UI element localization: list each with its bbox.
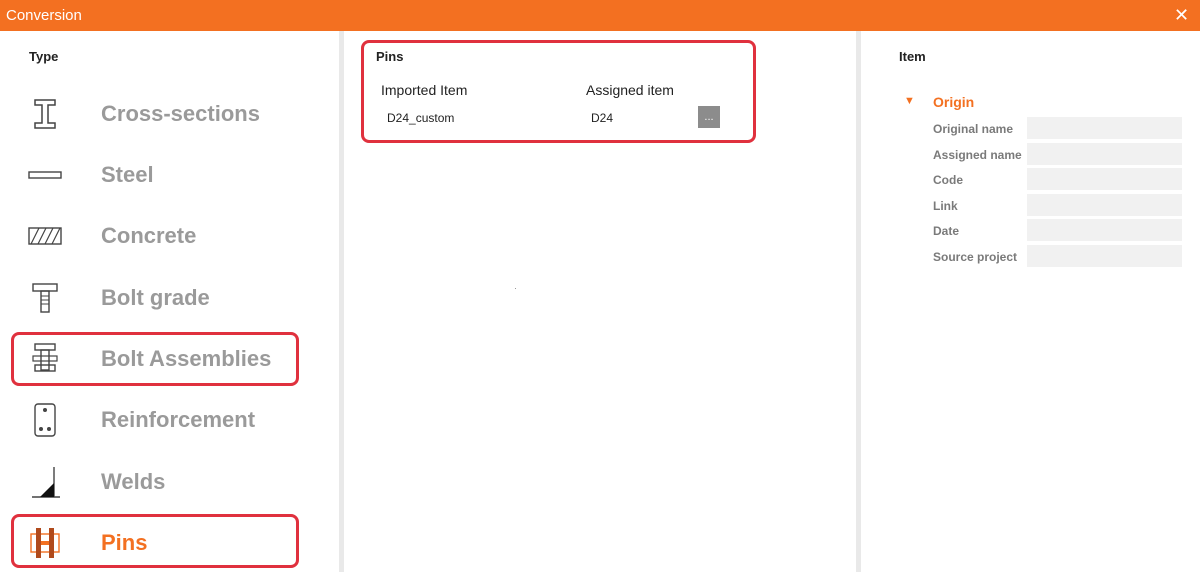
type-item-concrete[interactable]: Concrete: [18, 211, 294, 261]
weld-icon: [26, 463, 64, 501]
reinforcement-icon: [26, 401, 64, 439]
type-item-bolt-grade[interactable]: Bolt grade: [18, 273, 294, 323]
pins-panel-title: Pins: [376, 49, 404, 64]
property-label-original-name: Original name: [933, 122, 1014, 136]
assign-item-browse-button[interactable]: ...: [698, 106, 720, 128]
pin-icon: [26, 524, 64, 562]
assigned-item-cell[interactable]: D24: [591, 111, 613, 125]
column-header-imported-item: Imported Item: [381, 82, 468, 98]
window-title: Conversion: [6, 7, 82, 24]
bolt-grade-icon: [26, 279, 64, 317]
panel-divider-right[interactable]: [856, 31, 861, 572]
assigned-name-field[interactable]: [1027, 143, 1182, 165]
canvas-speck: [515, 288, 516, 289]
type-item-label: Steel: [101, 162, 154, 187]
bolt-assembly-icon: [26, 340, 64, 378]
type-item-reinforcement[interactable]: Reinforcement: [18, 395, 294, 445]
type-panel-header: Type: [29, 49, 59, 64]
type-item-pins[interactable]: Pins: [18, 518, 294, 568]
type-item-label: Concrete: [101, 223, 197, 248]
collapse-triangle-icon[interactable]: ▼: [904, 94, 918, 108]
column-header-assigned-item: Assigned item: [586, 82, 674, 98]
type-item-label: Cross-sections: [101, 101, 260, 126]
property-label-source-project: Source project: [933, 250, 1018, 264]
property-label-date: Date: [933, 224, 960, 238]
imported-item-cell[interactable]: D24_custom: [387, 111, 454, 125]
source-project-field[interactable]: [1027, 245, 1182, 267]
property-label-code: Code: [933, 173, 963, 187]
item-panel-header: Item: [899, 49, 926, 64]
origin-group-label[interactable]: Origin: [933, 94, 974, 110]
type-item-label: Pins: [101, 530, 148, 555]
date-field[interactable]: [1027, 219, 1182, 241]
property-label-assigned-name: Assigned name: [933, 148, 1022, 162]
link-field[interactable]: [1027, 194, 1182, 216]
type-item-bolt-assemblies[interactable]: Bolt Assemblies: [18, 334, 294, 384]
type-item-label: Bolt Assemblies: [101, 346, 272, 371]
code-field[interactable]: [1027, 168, 1182, 190]
close-icon[interactable]: ✕: [1174, 6, 1189, 24]
original-name-field[interactable]: [1027, 117, 1182, 139]
panel-divider-left[interactable]: [339, 31, 344, 572]
concrete-icon: [26, 217, 64, 255]
type-item-welds[interactable]: Welds: [18, 457, 294, 507]
type-item-steel[interactable]: Steel: [18, 150, 294, 200]
window-titlebar: Conversion ✕: [0, 0, 1200, 31]
type-item-label: Welds: [101, 469, 166, 494]
type-item-label: Reinforcement: [101, 407, 256, 432]
property-label-link: Link: [933, 199, 958, 213]
cross-section-icon: [26, 95, 64, 133]
type-item-cross-sections[interactable]: Cross-sections: [18, 89, 294, 139]
steel-icon: [26, 156, 64, 194]
type-item-label: Bolt grade: [101, 285, 210, 310]
